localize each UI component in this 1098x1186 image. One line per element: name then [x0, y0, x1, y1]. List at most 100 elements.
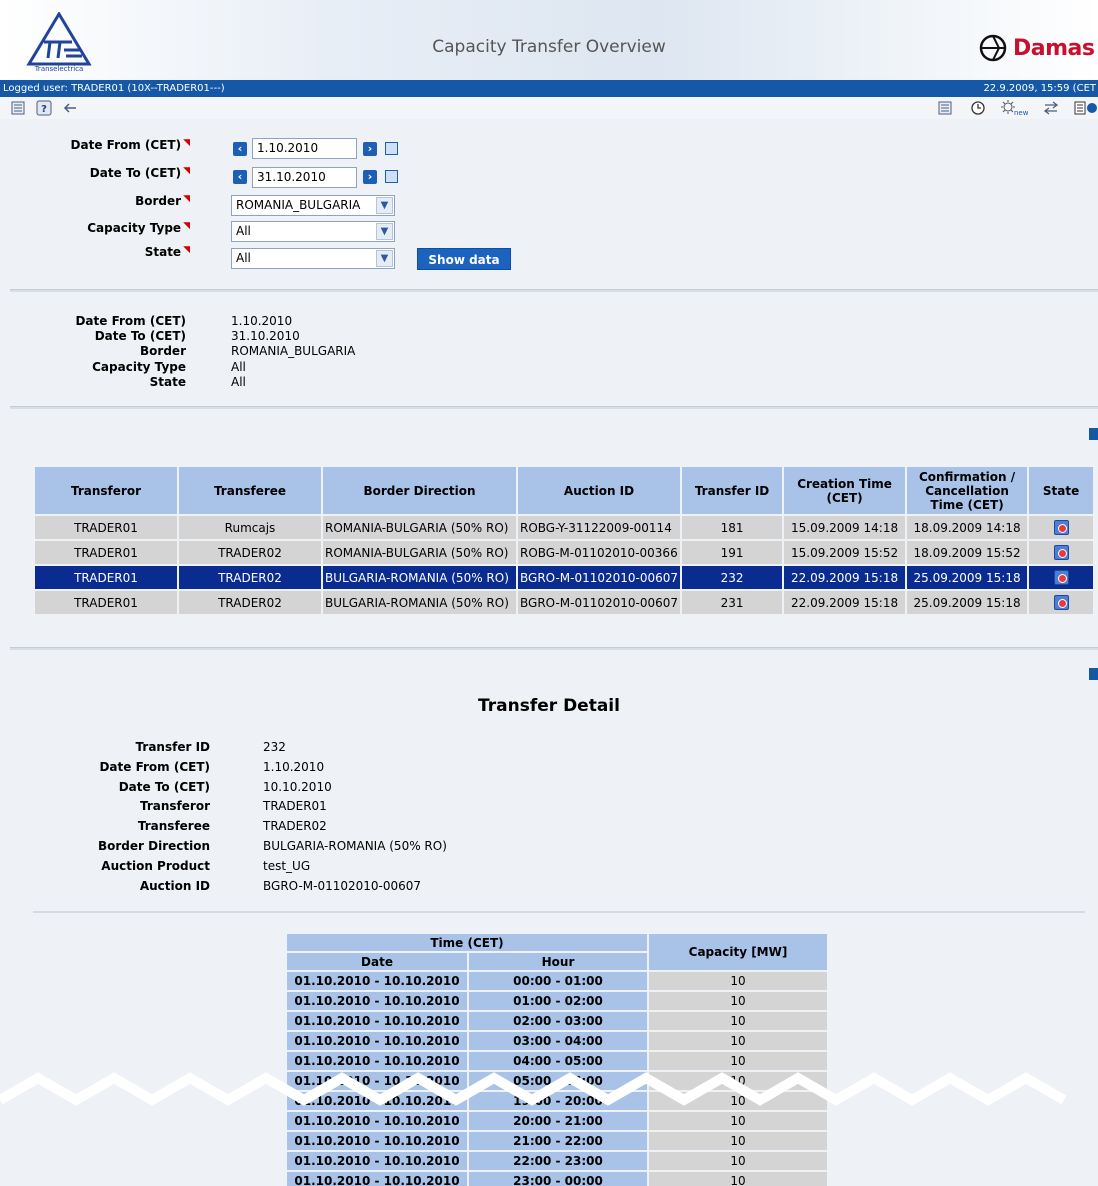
table-cell-id: 232: [682, 566, 783, 589]
logo-caption: Transelectrica: [34, 65, 84, 73]
date-from-next-button[interactable]: ›: [363, 142, 377, 156]
capacity-cell-cap: 10: [649, 1152, 827, 1170]
table-row[interactable]: TRADER01 TRADER02 BULGARIA-ROMANIA (50% RO…: [35, 591, 1094, 614]
table-row[interactable]: TRADER01 Rumcajs ROMANIA-BULGARIA (50% RO)…: [35, 516, 1094, 539]
detail-label: Date To (CET): [118, 779, 210, 794]
calendar-icon[interactable]: [385, 142, 398, 155]
section-divider: [33, 911, 1085, 913]
transfer-detail-title: Transfer Detail: [478, 696, 620, 716]
table-cell-transferee: TRADER02: [179, 541, 321, 564]
table-cell-id: 231: [682, 591, 783, 614]
damas-logo: Damas: [977, 28, 1095, 68]
show-data-button[interactable]: Show data: [417, 248, 511, 270]
capacity-type-select[interactable]: All ▼: [231, 221, 395, 242]
section-divider: [10, 406, 1098, 409]
capacity-cell-hour: 22:00 - 23:00: [469, 1152, 647, 1170]
state-select[interactable]: All ▼: [231, 248, 395, 269]
swap-icon[interactable]: [1043, 100, 1059, 116]
date-to-next-button[interactable]: ›: [363, 170, 377, 184]
capacity-cell-date: 01.10.2010 - 10.10.2010: [287, 1032, 467, 1050]
date-to-input[interactable]: 31.10.2010: [252, 167, 357, 188]
table-cell-state: [1029, 516, 1094, 539]
back-arrow-icon[interactable]: [62, 100, 78, 116]
summary-value: All: [231, 375, 246, 389]
detail-label: Auction Product: [101, 858, 210, 873]
column-header[interactable]: Border Direction: [323, 467, 516, 514]
list-icon[interactable]: [10, 100, 26, 116]
detail-label: Border Direction: [97, 839, 210, 853]
clock-icon[interactable]: [970, 100, 986, 116]
table-cell-transferor: TRADER01: [35, 541, 177, 564]
table-row: 01.10.2010 - 10.10.2010 00:00 - 01:00 10: [287, 972, 827, 990]
table-row[interactable]: TRADER01 TRADER02 BULGARIA-ROMANIA (50% RO…: [35, 566, 1094, 589]
capacity-type-label: Capacity Type ◥: [87, 221, 190, 235]
column-header[interactable]: Transfer ID: [682, 467, 783, 514]
state-label: State ◥: [144, 245, 190, 259]
table-cell-id: 181: [682, 516, 783, 539]
column-header[interactable]: Creation Time (CET): [784, 467, 906, 514]
column-header[interactable]: Confirmation / Cancellation Time (CET): [907, 467, 1028, 514]
calendar-icon[interactable]: [385, 170, 398, 183]
table-cell-transferee: Rumcajs: [179, 516, 321, 539]
capacity-cell-date: 01.10.2010 - 10.10.2010: [287, 1112, 467, 1130]
table-cell-confirmed: 18.09.2009 15:52: [907, 541, 1028, 564]
summary-value: 1.10.2010: [231, 314, 293, 328]
border-select[interactable]: ROMANIA_BULGARIA ▼: [231, 195, 395, 216]
capacity-cell-date: 01.10.2010 - 10.10.2010: [287, 1152, 467, 1170]
table-row: 01.10.2010 - 10.10.2010 01:00 - 02:00 10: [287, 992, 827, 1010]
detail-label: Transfer ID: [135, 740, 210, 754]
collapse-icon[interactable]: [1089, 668, 1098, 680]
date-to-label: Date To (CET) ◥: [89, 166, 190, 180]
collapse-icon[interactable]: [1089, 428, 1098, 440]
column-header[interactable]: Auction ID: [518, 467, 681, 514]
new-icon[interactable]: new: [1000, 100, 1029, 117]
date-to-prev-button[interactable]: ‹: [233, 170, 247, 184]
table-cell-direction: BULGARIA-ROMANIA (50% RO): [323, 566, 516, 589]
chevron-down-icon: ▼: [376, 197, 393, 214]
column-header[interactable]: Transferor: [35, 467, 177, 514]
cancelled-state-icon[interactable]: [1053, 545, 1069, 560]
detail-label: Transferee: [137, 819, 210, 834]
table-header-row: Time (CET) Capacity [MW]: [287, 934, 827, 970]
date-from-input[interactable]: 1.10.2010: [252, 138, 357, 159]
table-cell-transferor: TRADER01: [35, 566, 177, 589]
date-from-prev-button[interactable]: ‹: [233, 142, 247, 156]
cancelled-state-icon[interactable]: [1053, 570, 1069, 585]
column-header[interactable]: Transferee: [179, 467, 321, 514]
detail-value: TRADER01: [263, 799, 327, 814]
detail-value: test_UG: [263, 858, 311, 873]
export-icon[interactable]: [1073, 100, 1098, 116]
table-row: 01.10.2010 - 10.10.2010 21:00 - 22:00 10: [287, 1132, 827, 1150]
table-cell-state: [1029, 541, 1094, 564]
column-header[interactable]: State: [1029, 467, 1094, 514]
capacity-cell-date: 01.10.2010 - 10.10.2010: [287, 1172, 467, 1186]
cancelled-state-icon[interactable]: [1053, 595, 1069, 610]
capacity-cell-hour: 23:00 - 00:00: [469, 1172, 647, 1186]
capacity-cell-cap: 10: [649, 1012, 827, 1030]
table-row[interactable]: TRADER01 TRADER02 ROMANIA-BULGARIA (50% RO…: [35, 541, 1094, 564]
cancelled-state-icon[interactable]: [1053, 520, 1069, 535]
table-cell-state: [1029, 566, 1094, 589]
capacity-cell-hour: 02:00 - 03:00: [469, 1012, 647, 1030]
toolbar: ? new: [0, 97, 1098, 119]
table-cell-transferor: TRADER01: [35, 591, 177, 614]
help-icon[interactable]: ?: [36, 100, 52, 116]
chevron-down-icon: ▼: [376, 250, 393, 267]
table-cell-created: 15.09.2009 14:18: [784, 516, 906, 539]
table-cell-direction: ROMANIA-BULGARIA (50% RO): [323, 516, 516, 539]
table-cell-direction: BULGARIA-ROMANIA (50% RO): [323, 591, 516, 614]
app-header: Transelectrica Capacity Transfer Overvie…: [0, 0, 1098, 80]
list-icon[interactable]: [937, 100, 953, 116]
detail-label: Auction ID: [139, 878, 210, 893]
detail-value: 232: [263, 740, 286, 754]
table-row: 01.10.2010 - 10.10.2010 02:00 - 03:00 10: [287, 1012, 827, 1030]
section-divider: [10, 289, 1098, 292]
summary-value: All: [231, 360, 246, 374]
damas-wordmark: Damas: [1013, 35, 1095, 61]
detail-value: BGRO-M-01102010-00607: [263, 878, 422, 893]
detail-label: Date From (CET): [99, 759, 210, 774]
detail-label: Transferor: [139, 799, 210, 814]
table-cell-created: 22.09.2009 15:18: [784, 591, 906, 614]
table-cell-id: 191: [682, 541, 783, 564]
table-cell-auction: BGRO-M-01102010-00607: [518, 591, 681, 614]
